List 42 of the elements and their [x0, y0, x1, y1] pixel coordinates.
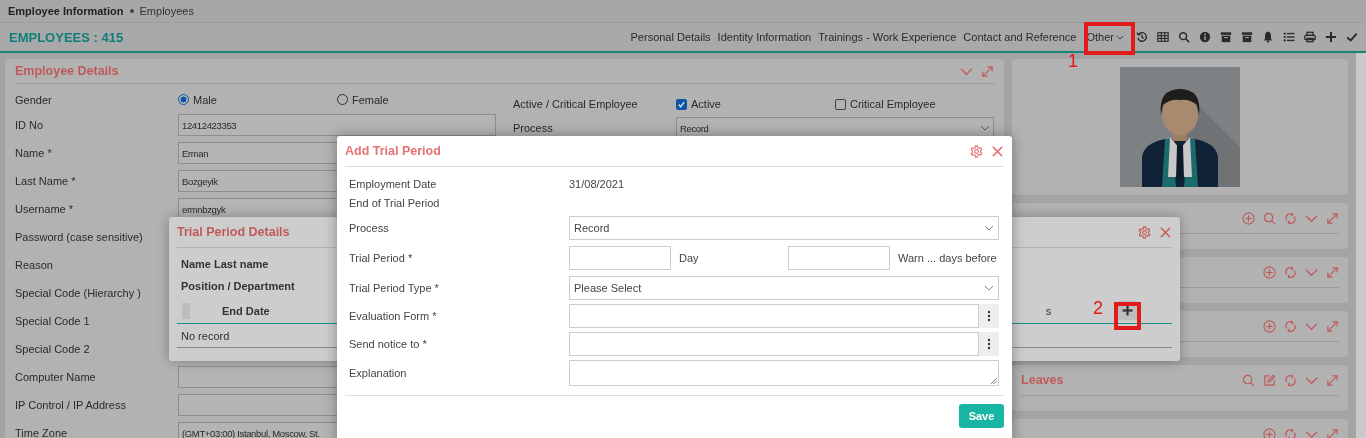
employee-count: EMPLOYEES : 415 [9, 29, 124, 45]
field-label: Trial Period Type * [349, 282, 440, 294]
field-label: Reason [15, 259, 54, 271]
radio-label: Female [352, 93, 389, 106]
dialog-title: Trial Period Details [177, 225, 290, 239]
annotation-number: 1 [1068, 51, 1078, 72]
field-value: 31/08/2021 [569, 177, 625, 190]
field-label: Send notice to * [349, 338, 428, 350]
field-label: IP Control / IP Address [15, 399, 127, 411]
field-label: Process [349, 222, 390, 234]
field-label: Last Name * [15, 175, 77, 187]
field-label: Special Code 2 [15, 343, 91, 355]
panel-title: Employee Details [15, 64, 119, 78]
field-label: Special Code (Hierarchy ) [15, 287, 142, 299]
info-label: Position / Department [181, 279, 295, 294]
field-label: Gender [15, 93, 53, 106]
field-label: Employment Date [349, 177, 438, 190]
annotation-number: 2 [1093, 298, 1103, 319]
column-header: End Date [222, 305, 270, 317]
field-label: ID No [15, 119, 45, 131]
unit-label: Warn ... days before [897, 252, 998, 264]
field-label: Password (case sensitive) [15, 231, 144, 243]
field-label: Computer Name [15, 371, 97, 383]
unit-label: Day [678, 252, 700, 264]
info-label: Name Last name [181, 257, 269, 272]
column-header: s [1045, 305, 1052, 317]
field-label: Username * [15, 203, 75, 215]
field-label: Trial Period * [349, 252, 414, 264]
page-title: Employee Information [8, 5, 124, 17]
field-label: Process [513, 122, 554, 134]
field-label: Active / Critical Employee [513, 98, 639, 110]
dialog-title: Add Trial Period [345, 144, 441, 158]
card-title: Leaves [1021, 373, 1064, 387]
checkbox-label: Critical Employee [850, 98, 936, 110]
field-label: Special Code 1 [15, 315, 91, 327]
field-label: Evaluation Form * [349, 310, 438, 322]
field-label: Name * [15, 147, 53, 159]
radio-label: Male [193, 93, 217, 106]
field-label: Explanation [349, 367, 408, 379]
field-label: End of Trial Period [349, 196, 441, 209]
checkbox-label: Active [691, 98, 721, 110]
field-label: Time Zone [15, 427, 69, 438]
